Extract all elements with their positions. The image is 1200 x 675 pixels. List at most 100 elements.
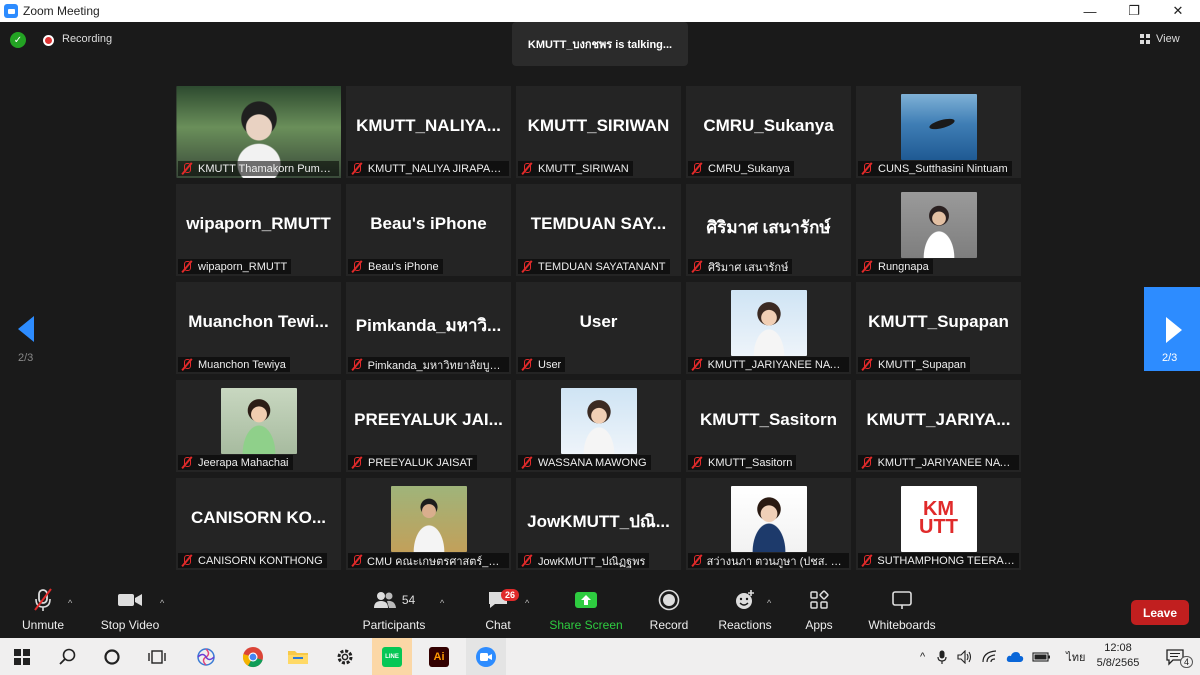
active-speaker-banner: KMUTT_บงกชพร is talking... bbox=[512, 22, 688, 66]
muted-microphone-icon bbox=[520, 260, 534, 273]
audio-options-caret-icon[interactable]: ^ bbox=[68, 598, 72, 608]
participant-name-label: Beau's iPhone bbox=[348, 259, 443, 274]
window-controls: — ❐ ✕ bbox=[1068, 0, 1200, 22]
participant-tile[interactable]: WASSANA MAWONG bbox=[516, 380, 681, 472]
participant-tile[interactable]: CANISORN KO... CANISORN KONTHONG bbox=[176, 478, 341, 570]
stop-video-button[interactable]: Stop Video bbox=[100, 586, 160, 638]
muted-microphone-icon bbox=[690, 162, 704, 175]
participant-name: KMUTT Thamakorn Pump... bbox=[197, 162, 335, 175]
show-hidden-icons-chevron-icon[interactable]: ^ bbox=[920, 651, 925, 663]
minimize-button[interactable]: — bbox=[1068, 0, 1112, 22]
participant-tile[interactable]: Muanchon Tewi... Muanchon Tewiya bbox=[176, 282, 341, 374]
participant-avatar bbox=[730, 290, 807, 356]
muted-microphone-icon bbox=[180, 554, 194, 567]
participant-name: PREEYALUK JAISAT bbox=[368, 456, 473, 469]
taskbar-app-settings[interactable] bbox=[325, 638, 365, 675]
participant-tile[interactable]: CMRU_Sukanya CMRU_Sukanya bbox=[686, 86, 851, 178]
participant-tile[interactable]: KM UTT SUTHAMPHONG TEERAN... bbox=[856, 478, 1021, 570]
taskbar-app-line[interactable]: LINE bbox=[372, 638, 412, 675]
participant-display-name: KMUTT_JARIYA... bbox=[866, 410, 1011, 429]
participant-tile[interactable]: KMUTT_NALIYA... KMUTT_NALIYA JIRAPAK... bbox=[346, 86, 511, 178]
participant-tile[interactable]: KMUTT_Supapan KMUTT_Supapan bbox=[856, 282, 1021, 374]
muted-microphone-icon bbox=[350, 162, 364, 175]
muted-microphone-icon bbox=[350, 456, 364, 469]
reactions-options-caret-icon[interactable]: ^ bbox=[767, 598, 771, 608]
wifi-icon[interactable] bbox=[982, 649, 998, 664]
participant-tile[interactable]: Pimkanda_มหาวิ... Pimkanda_มหาวิทยาลัยบูร… bbox=[346, 282, 511, 374]
cortana-button[interactable] bbox=[92, 638, 132, 675]
participant-name: wipaporn_RMUTT bbox=[198, 260, 288, 273]
task-view-icon bbox=[148, 649, 166, 664]
previous-page-button[interactable]: 2/3 bbox=[0, 300, 56, 370]
participants-button[interactable]: 54 Participants bbox=[363, 586, 425, 638]
participant-display-name: Muanchon Tewi... bbox=[188, 312, 329, 331]
participant-display-name: PREEYALUK JAI... bbox=[354, 410, 503, 429]
taskbar-app-file-explorer[interactable] bbox=[278, 638, 318, 675]
participant-tile[interactable]: KMUTT_SIRIWAN KMUTT_SIRIWAN bbox=[516, 86, 681, 178]
taskbar-app-chrome[interactable] bbox=[233, 638, 273, 675]
record-button[interactable]: Record bbox=[648, 586, 690, 638]
reactions-button[interactable]: Reactions bbox=[716, 586, 774, 638]
participant-tile[interactable]: KMUTT_JARIYA... KMUTT_JARIYANEE NATTA bbox=[856, 380, 1021, 472]
participant-display-name: TEMDUAN SAY... bbox=[530, 214, 667, 233]
taskbar-app-illustrator[interactable]: Ai bbox=[419, 638, 459, 675]
input-language-indicator[interactable]: ไทย bbox=[1066, 648, 1085, 666]
view-button[interactable]: View bbox=[1140, 30, 1180, 48]
participant-name-label: wipaporn_RMUTT bbox=[178, 259, 292, 274]
whiteboards-button[interactable]: Whiteboards bbox=[866, 586, 938, 638]
share-screen-button[interactable]: Share Screen bbox=[549, 586, 623, 638]
apps-button[interactable]: Apps bbox=[802, 586, 836, 638]
leave-button[interactable]: Leave bbox=[1131, 600, 1189, 625]
next-page-button[interactable]: 2/3 bbox=[1144, 287, 1200, 371]
participant-name: Jeerapa Mahachai bbox=[198, 456, 289, 469]
taskbar-app-pinwheel[interactable] bbox=[186, 638, 226, 675]
participant-name-label: สว่างนภา ตวนภูษา (ปชส. มทร... bbox=[688, 553, 849, 568]
microphone-tray-icon[interactable] bbox=[937, 650, 947, 664]
recording-label[interactable]: Recording bbox=[62, 33, 112, 45]
chat-options-caret-icon[interactable]: ^ bbox=[525, 598, 529, 608]
apps-icon bbox=[809, 586, 829, 614]
participant-name-label: CANISORN KONTHONG bbox=[178, 553, 327, 568]
participant-tile[interactable]: Rungnapa bbox=[856, 184, 1021, 276]
participant-tile[interactable]: TEMDUAN SAY... TEMDUAN SAYATANANT bbox=[516, 184, 681, 276]
participants-count: 54 bbox=[401, 593, 416, 607]
search-button[interactable] bbox=[48, 638, 88, 675]
onedrive-cloud-icon[interactable] bbox=[1006, 651, 1024, 663]
participant-tile[interactable]: Jeerapa Mahachai bbox=[176, 380, 341, 472]
taskbar-app-zoom[interactable] bbox=[466, 638, 506, 675]
maximize-button[interactable]: ❐ bbox=[1112, 0, 1156, 22]
participant-tile[interactable]: สว่างนภา ตวนภูษา (ปชส. มทร... bbox=[686, 478, 851, 570]
participant-name-label: KMUTT_JARIYANEE NATTA bbox=[858, 455, 1019, 470]
system-tray: ^ ไทย bbox=[920, 638, 1085, 675]
participants-options-caret-icon[interactable]: ^ bbox=[440, 598, 444, 608]
unmute-button[interactable]: Unmute bbox=[20, 586, 66, 638]
action-center-button[interactable]: 4 bbox=[1155, 638, 1195, 675]
muted-microphone-icon bbox=[350, 358, 364, 371]
participant-tile[interactable]: CUNS_Sutthasini Nintuam bbox=[856, 86, 1021, 178]
participant-tile[interactable]: wipaporn_RMUTT wipaporn_RMUTT bbox=[176, 184, 341, 276]
participant-tile[interactable]: KMUTT Thamakorn Pump... bbox=[176, 86, 341, 178]
participant-display-name: wipaporn_RMUTT bbox=[186, 214, 331, 233]
battery-icon[interactable] bbox=[1032, 651, 1052, 663]
participant-tile[interactable]: ศิริมาศ เสนารักษ์ ศิริมาศ เสนารักษ์ bbox=[686, 184, 851, 276]
participant-tile[interactable]: JowKMUTT_ปณิ... JowKMUTT_ปณิฏฐพร bbox=[516, 478, 681, 570]
participant-tile[interactable]: CMU คณะเกษตรศาสตร์_ฐานิต bbox=[346, 478, 511, 570]
participant-name-label: CMRU_Sukanya bbox=[688, 161, 794, 176]
whiteboard-icon bbox=[891, 586, 913, 614]
participant-tile[interactable]: Beau's iPhone Beau's iPhone bbox=[346, 184, 511, 276]
start-button[interactable] bbox=[2, 638, 42, 675]
participant-tile[interactable]: User User bbox=[516, 282, 681, 374]
participant-tile[interactable]: KMUTT_JARIYANEE NATTA bbox=[686, 282, 851, 374]
volume-icon[interactable] bbox=[957, 649, 973, 664]
taskbar-clock[interactable]: 12:08 5/8/2565 bbox=[1090, 641, 1146, 671]
close-button[interactable]: ✕ bbox=[1156, 0, 1200, 22]
security-shield-icon[interactable]: ✓ bbox=[10, 32, 26, 48]
participant-name-label: CMU คณะเกษตรศาสตร์_ฐานิต bbox=[348, 553, 509, 568]
window-titlebar: Zoom Meeting — ❐ ✕ bbox=[0, 0, 1200, 22]
participant-tile[interactable]: PREEYALUK JAI... PREEYALUK JAISAT bbox=[346, 380, 511, 472]
arrow-left-icon bbox=[18, 316, 34, 342]
participant-name: TEMDUAN SAYATANANT bbox=[538, 260, 666, 273]
participant-tile[interactable]: KMUTT_Sasitorn KMUTT_Sasitorn bbox=[686, 380, 851, 472]
video-options-caret-icon[interactable]: ^ bbox=[160, 598, 164, 608]
task-view-button[interactable] bbox=[137, 638, 177, 675]
